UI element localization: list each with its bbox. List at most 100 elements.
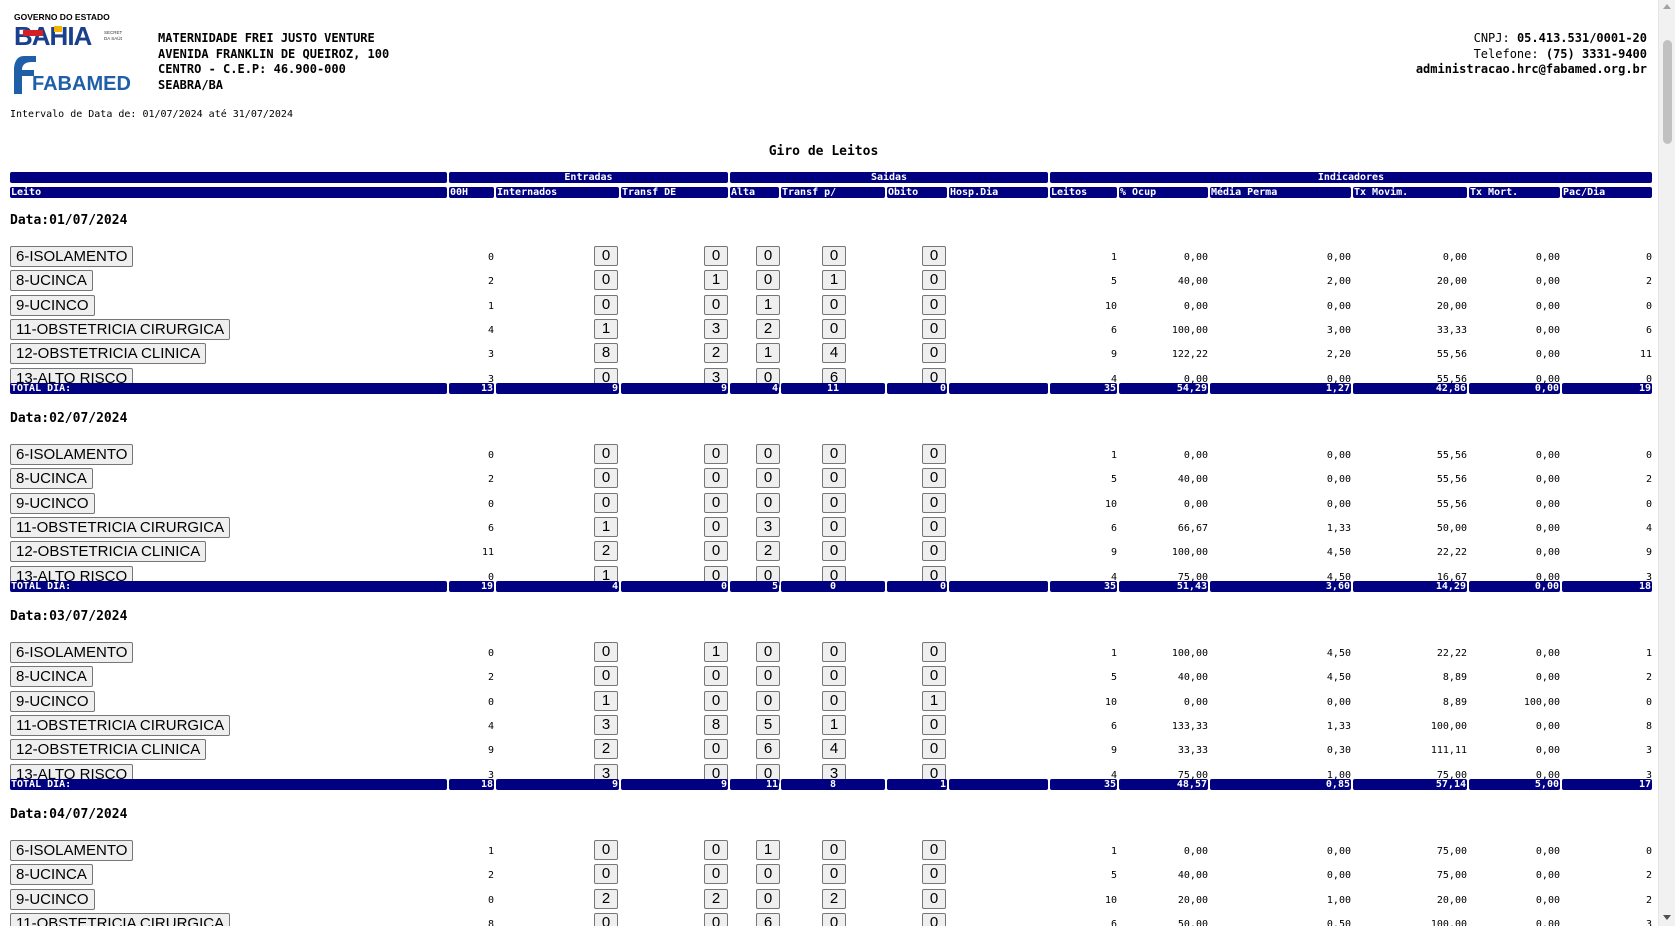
count-box-transf-p[interactable]: 4: [822, 343, 846, 364]
count-box-internados[interactable]: 1: [594, 318, 618, 339]
count-box-obito[interactable]: 0: [922, 888, 946, 909]
count-box-alta[interactable]: 1: [756, 343, 780, 364]
leito-button[interactable]: 11-OBSTETRICIA CIRURGICA: [10, 516, 231, 538]
count-box-obito[interactable]: 1: [922, 690, 946, 711]
count-box-transf-de[interactable]: 0: [704, 690, 728, 711]
count-box-internados[interactable]: 0: [594, 642, 618, 662]
count-box-alta[interactable]: 0: [756, 642, 780, 662]
leito-button[interactable]: 12-OBSTETRICIA CLINICA: [10, 739, 207, 761]
leito-button[interactable]: 8-UCINCA: [10, 864, 93, 886]
leito-button[interactable]: 6-ISOLAMENTO: [10, 444, 134, 465]
count-box-obito[interactable]: 0: [922, 318, 946, 339]
count-box-transf-de[interactable]: 0: [704, 912, 728, 926]
leito-button[interactable]: 8-UCINCA: [10, 666, 93, 688]
count-box-alta[interactable]: 0: [756, 690, 780, 711]
count-box-transf-de[interactable]: 0: [704, 516, 728, 537]
count-box-alta[interactable]: 0: [756, 468, 780, 489]
count-box-alta[interactable]: 0: [756, 270, 780, 291]
count-box-transf-p[interactable]: 0: [822, 468, 846, 489]
count-box-internados[interactable]: 0: [594, 492, 618, 513]
count-box-obito[interactable]: 0: [922, 714, 946, 735]
count-box-transf-de[interactable]: 0: [704, 541, 728, 562]
count-box-transf-de[interactable]: 0: [704, 444, 728, 464]
count-box-internados[interactable]: 1: [594, 516, 618, 537]
count-box-obito[interactable]: 0: [922, 270, 946, 291]
scroll-thumb[interactable]: [1663, 40, 1672, 144]
leito-button[interactable]: 11-OBSTETRICIA CIRURGICA: [10, 318, 231, 340]
leito-button[interactable]: 12-OBSTETRICIA CLINICA: [10, 541, 207, 563]
leito-button[interactable]: 12-OBSTETRICIA CLINICA: [10, 343, 207, 365]
count-box-internados[interactable]: 0: [594, 840, 618, 860]
count-box-transf-de[interactable]: 0: [704, 246, 728, 266]
count-box-transf-p[interactable]: 1: [822, 270, 846, 291]
count-box-alta[interactable]: 0: [756, 864, 780, 885]
count-box-obito[interactable]: 0: [922, 516, 946, 537]
count-box-alta[interactable]: 0: [756, 888, 780, 909]
count-box-transf-p[interactable]: 0: [822, 492, 846, 513]
leito-button[interactable]: 9-UCINCO: [10, 294, 95, 316]
count-box-transf-p[interactable]: 0: [822, 642, 846, 662]
leito-button[interactable]: 8-UCINCA: [10, 468, 93, 490]
count-box-transf-p[interactable]: 0: [822, 246, 846, 266]
leito-button[interactable]: 6-ISOLAMENTO: [10, 246, 134, 267]
count-box-internados[interactable]: 8: [594, 343, 618, 364]
count-box-internados[interactable]: 0: [594, 270, 618, 291]
count-box-transf-de[interactable]: 0: [704, 492, 728, 513]
count-box-transf-p[interactable]: 0: [822, 318, 846, 339]
count-box-obito[interactable]: 0: [922, 492, 946, 513]
count-box-transf-de[interactable]: 0: [704, 840, 728, 860]
count-box-internados[interactable]: 0: [594, 666, 618, 687]
count-box-obito[interactable]: 0: [922, 246, 946, 266]
count-box-obito[interactable]: 0: [922, 468, 946, 489]
leito-button[interactable]: 9-UCINCO: [10, 492, 95, 514]
count-box-transf-de[interactable]: 0: [704, 294, 728, 315]
leito-button[interactable]: 11-OBSTETRICIA CIRURGICA: [10, 714, 231, 736]
count-box-obito[interactable]: 0: [922, 739, 946, 760]
leito-button[interactable]: 9-UCINCO: [10, 690, 95, 712]
count-box-alta[interactable]: 0: [756, 246, 780, 266]
count-box-transf-de[interactable]: 0: [704, 864, 728, 885]
count-box-internados[interactable]: 0: [594, 444, 618, 464]
leito-button[interactable]: 6-ISOLAMENTO: [10, 642, 134, 663]
count-box-alta[interactable]: 5: [756, 714, 780, 735]
leito-button[interactable]: 9-UCINCO: [10, 888, 95, 910]
count-box-alta[interactable]: 3: [756, 516, 780, 537]
count-box-alta[interactable]: 1: [756, 840, 780, 860]
leito-button[interactable]: 8-UCINCA: [10, 270, 93, 292]
vertical-scrollbar[interactable]: [1658, 0, 1675, 926]
count-box-alta[interactable]: 0: [756, 666, 780, 687]
count-box-transf-de[interactable]: 0: [704, 468, 728, 489]
count-box-obito[interactable]: 0: [922, 840, 946, 860]
count-box-obito[interactable]: 0: [922, 294, 946, 315]
count-box-transf-de[interactable]: 8: [704, 714, 728, 735]
count-box-transf-de[interactable]: 0: [704, 739, 728, 760]
count-box-internados[interactable]: 0: [594, 468, 618, 489]
count-box-transf-de[interactable]: 2: [704, 888, 728, 909]
count-box-internados[interactable]: 0: [594, 912, 618, 926]
count-box-transf-p[interactable]: 0: [822, 666, 846, 687]
count-box-transf-de[interactable]: 1: [704, 270, 728, 291]
count-box-internados[interactable]: 0: [594, 294, 618, 315]
count-box-transf-p[interactable]: 0: [822, 864, 846, 885]
count-box-transf-p[interactable]: 0: [822, 541, 846, 562]
count-box-alta[interactable]: 0: [756, 444, 780, 464]
count-box-transf-p[interactable]: 0: [822, 516, 846, 537]
scroll-up-arrow-icon[interactable]: [1663, 4, 1671, 9]
count-box-obito[interactable]: 0: [922, 444, 946, 464]
count-box-transf-p[interactable]: 0: [822, 840, 846, 860]
count-box-obito[interactable]: 0: [922, 541, 946, 562]
count-box-alta[interactable]: 0: [756, 492, 780, 513]
count-box-transf-p[interactable]: 0: [822, 294, 846, 315]
count-box-transf-de[interactable]: 0: [704, 666, 728, 687]
scroll-down-arrow-icon[interactable]: [1663, 915, 1671, 920]
count-box-transf-p[interactable]: 2: [822, 888, 846, 909]
count-box-transf-p[interactable]: 1: [822, 714, 846, 735]
count-box-alta[interactable]: 2: [756, 318, 780, 339]
count-box-obito[interactable]: 0: [922, 912, 946, 926]
count-box-alta[interactable]: 2: [756, 541, 780, 562]
count-box-internados[interactable]: 3: [594, 714, 618, 735]
count-box-transf-de[interactable]: 3: [704, 318, 728, 339]
leito-button[interactable]: 6-ISOLAMENTO: [10, 840, 134, 861]
count-box-alta[interactable]: 1: [756, 294, 780, 315]
count-box-transf-p[interactable]: 0: [822, 912, 846, 926]
